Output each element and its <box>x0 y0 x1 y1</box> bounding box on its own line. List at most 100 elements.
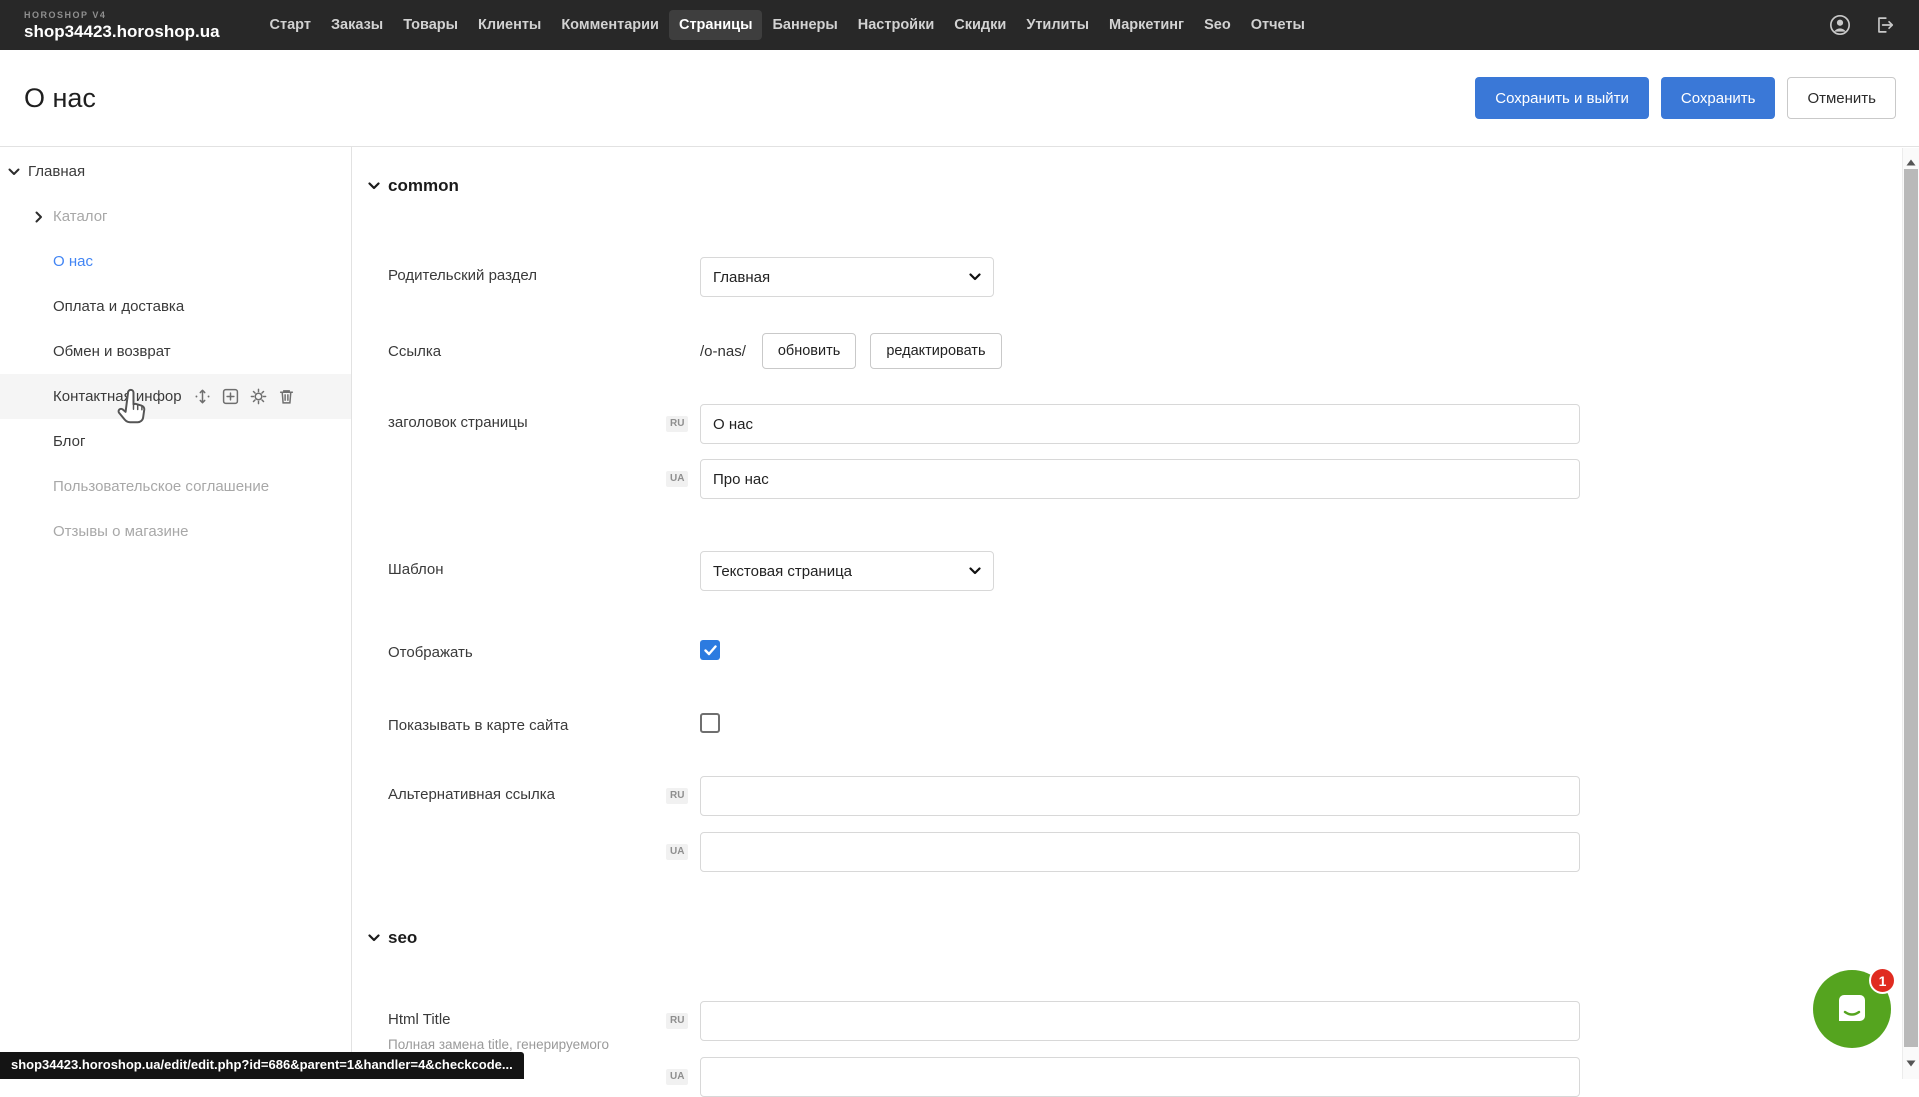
menu-item-products[interactable]: Товары <box>393 10 468 40</box>
settings-icon[interactable] <box>250 388 267 405</box>
menu-item-banners[interactable]: Баннеры <box>762 10 847 40</box>
alt-link-label: Альтернативная ссылка <box>388 776 700 872</box>
menu-item-reports[interactable]: Отчеты <box>1241 10 1315 40</box>
save-button[interactable]: Сохранить <box>1661 77 1776 119</box>
chevron-down-icon <box>969 273 981 281</box>
sitemap-label: Показывать в карте сайта <box>388 707 700 736</box>
chevron-down-icon <box>368 182 380 190</box>
menu-item-marketing[interactable]: Маркетинг <box>1099 10 1194 40</box>
delete-icon[interactable] <box>278 388 295 405</box>
page-title-label: заголовок страницы <box>388 404 700 499</box>
tree-item-store-reviews[interactable]: Отзывы о магазине <box>0 509 351 554</box>
top-nav: HOROSHOP V4 shop34423.horoshop.ua Старт … <box>0 0 1919 50</box>
section-common[interactable]: common <box>368 175 1919 197</box>
tree-item-label: Обмен и возврат <box>53 343 171 360</box>
brand-domain: shop34423.horoshop.ua <box>24 23 220 40</box>
menu-item-clients[interactable]: Клиенты <box>468 10 551 40</box>
scrollbar-thumb[interactable] <box>1904 169 1918 1047</box>
tree-item-label: Отзывы о магазине <box>53 523 188 540</box>
tree-item-label: Главная <box>28 163 85 180</box>
menu-item-comments[interactable]: Комментарии <box>551 10 669 40</box>
alt-link-ua-input[interactable] <box>700 832 1580 872</box>
vertical-scrollbar[interactable] <box>1902 148 1919 1079</box>
nav-right-icons <box>1829 14 1895 36</box>
lang-badge-ua: UA <box>666 471 688 487</box>
row-page-title: заголовок страницы RU UA <box>388 404 1919 499</box>
lang-badge-ua: UA <box>666 844 688 860</box>
menu-item-pages[interactable]: Страницы <box>669 10 762 40</box>
display-label: Отображать <box>388 634 700 663</box>
row-sitemap: Показывать в карте сайта <box>388 707 1919 736</box>
chat-unread-badge: 1 <box>1869 967 1896 994</box>
tree-item-about-selected[interactable]: О нас <box>0 239 351 284</box>
cancel-button[interactable]: Отменить <box>1787 77 1896 119</box>
pages-tree-sidebar: Главная Каталог О нас Оплата и доставка … <box>0 147 352 1079</box>
header-actions: Сохранить и выйти Сохранить Отменить <box>1475 77 1896 119</box>
template-select[interactable]: Текстовая страница <box>700 551 994 591</box>
checkmark-icon <box>704 645 717 656</box>
tree-item-hover-actions <box>194 388 295 405</box>
parent-section-label: Родительский раздел <box>388 257 700 297</box>
chat-bubble-icon <box>1831 988 1873 1030</box>
menu-item-seo[interactable]: Seo <box>1194 10 1241 40</box>
lang-badge-ua: UA <box>666 1069 688 1085</box>
refresh-link-button[interactable]: обновить <box>762 333 856 369</box>
row-html-title: Html Title Полная замена title, генериру… <box>388 1001 1919 1097</box>
page-title: О нас <box>24 83 96 114</box>
section-seo[interactable]: seo <box>368 927 1919 949</box>
lang-badge-ru: RU <box>666 788 688 804</box>
menu-item-discounts[interactable]: Скидки <box>944 10 1016 40</box>
lang-badge-ru: RU <box>666 416 688 432</box>
template-label: Шаблон <box>388 551 700 591</box>
menu-item-settings[interactable]: Настройки <box>848 10 945 40</box>
html-title-label: Html Title <box>388 1011 700 1030</box>
tree-item-user-agreement[interactable]: Пользовательское соглашение <box>0 464 351 509</box>
status-url-tooltip: shop34423.horoshop.ua/edit/edit.php?id=6… <box>0 1052 524 1079</box>
menu-item-start[interactable]: Старт <box>260 10 321 40</box>
html-title-ru-input[interactable] <box>700 1001 1580 1041</box>
tree-item-home[interactable]: Главная <box>0 149 351 194</box>
brand-logo[interactable]: HOROSHOP V4 shop34423.horoshop.ua <box>24 11 220 40</box>
sitemap-checkbox[interactable] <box>700 713 720 733</box>
chevron-down-icon[interactable] <box>8 168 28 176</box>
page-title-ru-input[interactable] <box>700 404 1580 444</box>
tree-item-label: Контактная инфор <box>53 388 182 405</box>
row-display: Отображать <box>388 634 1919 663</box>
chevron-right-icon[interactable] <box>35 211 53 223</box>
tree-item-blog[interactable]: Блог <box>0 419 351 464</box>
display-checkbox[interactable] <box>700 640 720 660</box>
page-header: О нас Сохранить и выйти Сохранить Отмени… <box>0 50 1919 147</box>
add-icon[interactable] <box>222 388 239 405</box>
link-label: Ссылка <box>388 333 700 369</box>
menu-item-utilities[interactable]: Утилиты <box>1016 10 1099 40</box>
html-title-ua-input[interactable] <box>700 1057 1580 1097</box>
menu-item-orders[interactable]: Заказы <box>321 10 393 40</box>
tree-item-label: О нас <box>53 253 93 270</box>
tree-item-payment-delivery[interactable]: Оплата и доставка <box>0 284 351 329</box>
scroll-down-arrow-icon[interactable] <box>1906 1054 1916 1072</box>
logout-icon[interactable] <box>1873 14 1895 36</box>
link-value: /o-nas/ <box>700 343 746 360</box>
page-edit-form: common Родительский раздел Главная Ссылк… <box>352 147 1919 1079</box>
tree-item-label: Каталог <box>53 208 108 225</box>
main-menu: Старт Заказы Товары Клиенты Комментарии … <box>260 10 1315 40</box>
edit-link-button[interactable]: редактировать <box>870 333 1001 369</box>
alt-link-ru-input[interactable] <box>700 776 1580 816</box>
row-alt-link: Альтернативная ссылка RU UA <box>388 776 1919 872</box>
brand-version: HOROSHOP V4 <box>24 11 220 20</box>
lang-badge-ru: RU <box>666 1013 688 1029</box>
parent-section-select[interactable]: Главная <box>700 257 994 297</box>
tree-item-contact-info[interactable]: Контактная инфор <box>0 374 351 419</box>
row-template: Шаблон Текстовая страница <box>388 551 1919 591</box>
account-icon[interactable] <box>1829 14 1851 36</box>
tree-item-exchange-return[interactable]: Обмен и возврат <box>0 329 351 374</box>
template-value: Текстовая страница <box>713 563 852 580</box>
save-and-exit-button[interactable]: Сохранить и выйти <box>1475 77 1649 119</box>
tree-item-catalog[interactable]: Каталог <box>0 194 351 239</box>
chat-widget-button[interactable]: 1 <box>1813 970 1891 1048</box>
tree-item-label: Блог <box>53 433 85 450</box>
tree-item-label: Оплата и доставка <box>53 298 184 315</box>
page-title-ua-input[interactable] <box>700 459 1580 499</box>
move-icon[interactable] <box>194 388 211 405</box>
chevron-down-icon <box>969 567 981 575</box>
